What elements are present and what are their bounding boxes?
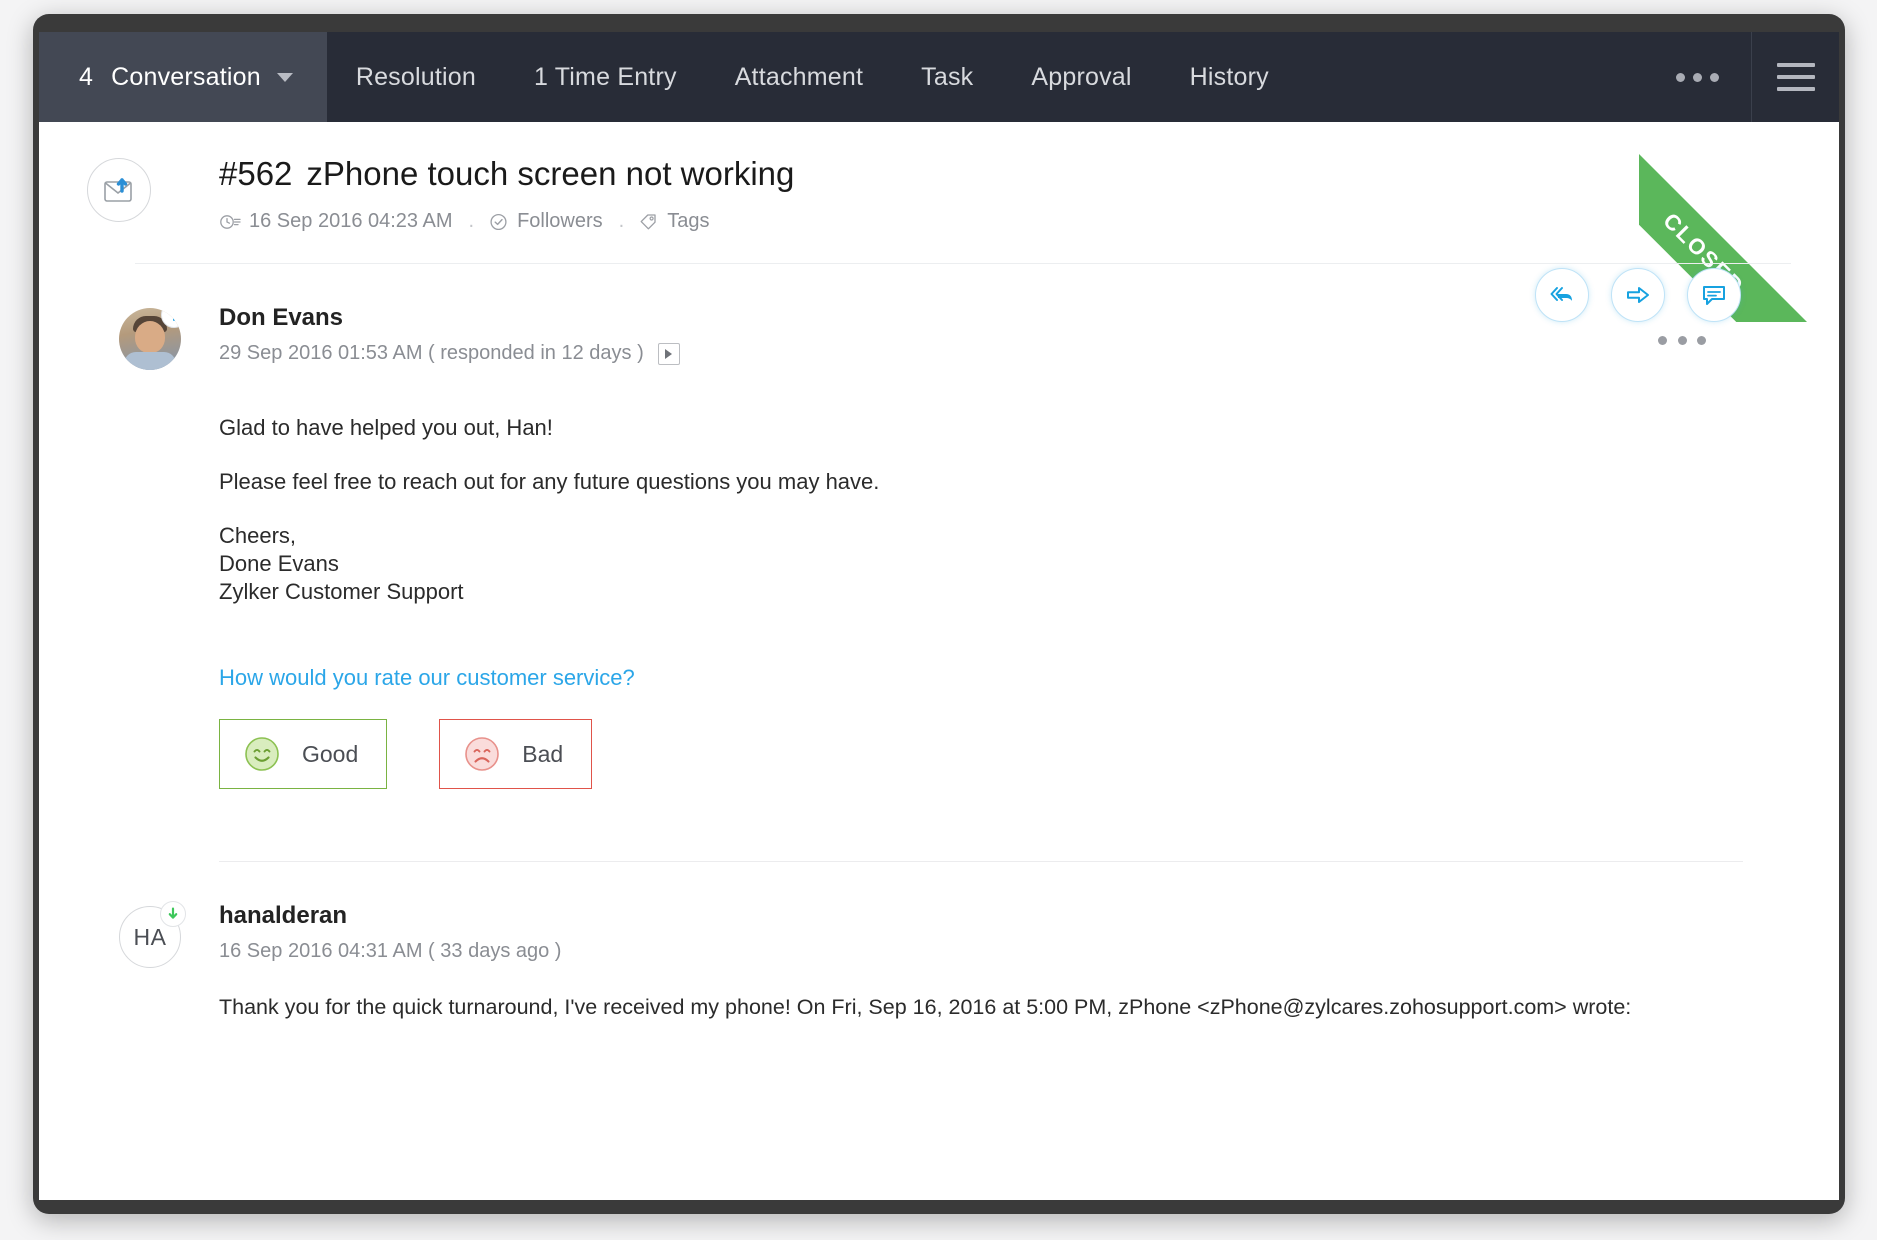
page-title: #562 zPhone touch screen not working	[219, 155, 1839, 192]
followers-label: Followers	[517, 210, 603, 233]
incoming-badge-icon	[160, 901, 186, 928]
ellipsis-dot	[1677, 336, 1687, 346]
ellipsis-dot	[1692, 72, 1702, 82]
signature-line: Done Evans	[219, 551, 339, 577]
ticket-header: #562 zPhone touch screen not working 16 S…	[39, 122, 1839, 265]
message-body: Don Evans 29 Sep 2016 01:53 AM ( respond…	[219, 304, 1791, 863]
hamburger-menu-icon[interactable]	[1751, 32, 1839, 122]
ticket-created-text: 16 Sep 2016 04:23 AM	[249, 210, 453, 233]
chevron-down-icon[interactable]	[276, 72, 293, 82]
hamburger-line	[1776, 87, 1815, 91]
avatar[interactable]	[119, 308, 181, 371]
rating-widget: How would you rate our customer service?…	[219, 665, 1791, 790]
expand-thread-icon[interactable]	[657, 342, 680, 365]
rating-bad-label: Bad	[522, 740, 564, 767]
meta-separator: .	[468, 210, 475, 233]
message-hanalderan: HA hanalderan 16 Sep 2016 04:31 AM ( 33 …	[39, 862, 1839, 1024]
message-paragraph: Please feel free to reach out for any fu…	[219, 469, 880, 495]
app-screen: 4 Conversation Resolution 1 Time Entry A…	[39, 32, 1839, 1200]
clock-icon	[220, 214, 241, 229]
avatar[interactable]: HA	[119, 901, 186, 969]
tab-bar-spacer	[1298, 32, 1643, 122]
smiley-happy-icon	[245, 737, 279, 772]
tab-history-label: History	[1189, 62, 1269, 91]
tags-label: Tags	[667, 210, 710, 233]
message-action-buttons	[1535, 268, 1741, 322]
tab-resolution-label: Resolution	[355, 62, 476, 91]
ellipsis-dot	[1709, 72, 1719, 82]
message-content: Thank you for the quick turnaround, I've…	[219, 991, 1791, 1024]
hamburger-line	[1776, 63, 1815, 67]
tab-resolution[interactable]: Resolution	[327, 32, 505, 122]
tag-icon	[640, 214, 656, 230]
ticket-tab-bar: 4 Conversation Resolution 1 Time Entry A…	[39, 32, 1839, 122]
ticket-number: #562	[219, 155, 293, 192]
message-more-icon[interactable]	[1655, 332, 1709, 350]
message-author: hanalderan	[219, 902, 348, 930]
ellipsis-icon[interactable]	[1643, 32, 1751, 122]
signature-line: Cheers,	[219, 523, 297, 549]
comment-icon[interactable]	[1687, 268, 1741, 322]
rating-good-button[interactable]: Good	[219, 719, 388, 790]
ticket-meta-row: 16 Sep 2016 04:23 AM . Followers . Tags	[219, 210, 1839, 233]
tab-attachment-label: Attachment	[734, 62, 864, 91]
ticket-subject: zPhone touch screen not working	[306, 155, 795, 192]
followers-link[interactable]: Followers	[488, 210, 603, 233]
tab-task-label: Task	[921, 62, 974, 91]
tab-conversation-label: Conversation	[111, 62, 261, 91]
message-paragraph: Glad to have helped you out, Han!	[219, 415, 553, 441]
tab-time-entry[interactable]: 1 Time Entry	[505, 32, 706, 122]
message-timestamp-row: 29 Sep 2016 01:53 AM ( responded in 12 d…	[219, 342, 1791, 365]
rating-question[interactable]: How would you rate our customer service?	[219, 665, 1791, 691]
tab-approval-label: Approval	[1031, 62, 1132, 91]
meta-separator: .	[618, 210, 625, 233]
tab-attachment[interactable]: Attachment	[706, 32, 892, 122]
avatar-face	[135, 321, 165, 354]
tab-approval[interactable]: Approval	[1002, 32, 1160, 122]
signature-line: Zylker Customer Support	[219, 579, 464, 605]
device-frame: 4 Conversation Resolution 1 Time Entry A…	[33, 14, 1845, 1214]
message-don-evans: Don Evans 29 Sep 2016 01:53 AM ( respond…	[39, 264, 1839, 863]
reply-all-icon[interactable]	[1535, 268, 1589, 322]
message-timestamp: 29 Sep 2016 01:53 AM ( responded in 12 d…	[219, 342, 644, 365]
hamburger-line	[1776, 75, 1815, 79]
tab-history[interactable]: History	[1161, 32, 1298, 122]
tab-task[interactable]: Task	[892, 32, 1002, 122]
ellipsis-dot	[1658, 336, 1668, 346]
tab-conversation-count: 4	[79, 62, 94, 91]
ellipsis-dot	[1675, 72, 1685, 82]
ticket-created-time: 16 Sep 2016 04:23 AM	[219, 210, 453, 233]
avatar-initials: HA	[133, 923, 167, 950]
avatar-shirt	[124, 352, 176, 371]
ellipsis-dot	[1697, 336, 1706, 346]
message-content: Glad to have helped you out, Han! Please…	[219, 417, 1791, 603]
tab-time-entry-label: 1 Time Entry	[533, 62, 677, 91]
tab-conversation[interactable]: 4 Conversation	[39, 32, 327, 122]
rating-bad-button[interactable]: Bad	[439, 719, 593, 790]
email-outgoing-icon	[87, 158, 151, 222]
rating-good-label: Good	[302, 740, 359, 767]
forward-icon[interactable]	[1611, 268, 1665, 322]
rating-buttons: Good Bad	[219, 719, 1791, 790]
smiley-sad-icon	[465, 737, 500, 772]
play-triangle	[665, 348, 673, 359]
message-timestamp-row: 16 Sep 2016 04:31 AM ( 33 days ago )	[219, 940, 1791, 963]
message-timestamp: 16 Sep 2016 04:31 AM ( 33 days ago )	[219, 940, 562, 963]
tags-link[interactable]: Tags	[638, 210, 709, 233]
message-body: hanalderan 16 Sep 2016 04:31 AM ( 33 day…	[219, 902, 1791, 1024]
message-paragraph: Thank you for the quick turnaround, I've…	[219, 995, 1632, 1020]
check-circle-icon	[490, 213, 507, 230]
